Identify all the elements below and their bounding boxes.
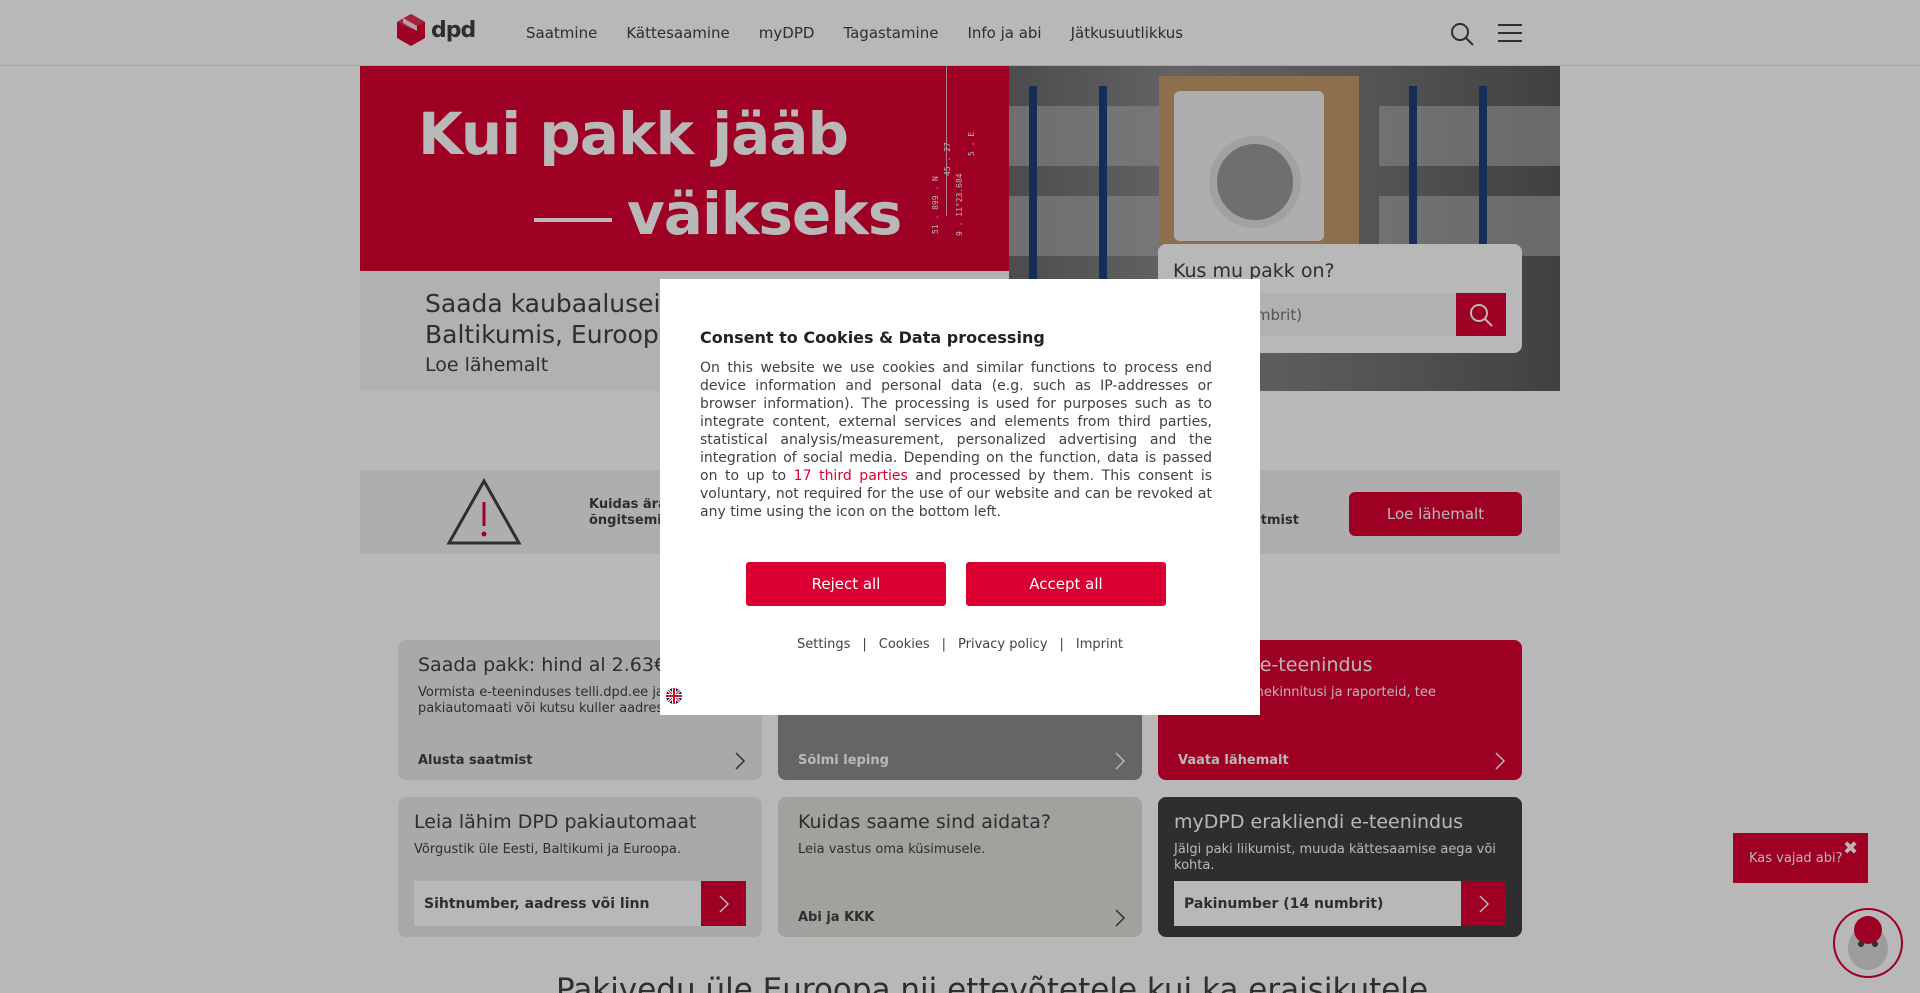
consent-title: Consent to Cookies & Data processing [700, 328, 1045, 347]
privacy-policy-link[interactable]: Privacy policy [958, 637, 1047, 652]
separator: | [941, 637, 947, 652]
separator: | [862, 637, 867, 652]
consent-links: Settings | Cookies | Privacy policy | Im… [660, 637, 1260, 652]
consent-body: On this website we use cookies and simil… [700, 360, 1213, 520]
imprint-link[interactable]: Imprint [1076, 637, 1123, 652]
third-parties-link[interactable]: 17 third parties [794, 468, 908, 484]
accept-all-button[interactable]: Accept all [966, 562, 1166, 606]
settings-link[interactable]: Settings [797, 637, 850, 652]
reject-all-button[interactable]: Reject all [746, 562, 946, 606]
separator: | [1059, 637, 1064, 652]
cookie-consent-dialog: Consent to Cookies & Data processing On … [660, 279, 1260, 715]
uk-flag-icon[interactable] [666, 688, 682, 704]
cookies-link[interactable]: Cookies [879, 637, 930, 652]
